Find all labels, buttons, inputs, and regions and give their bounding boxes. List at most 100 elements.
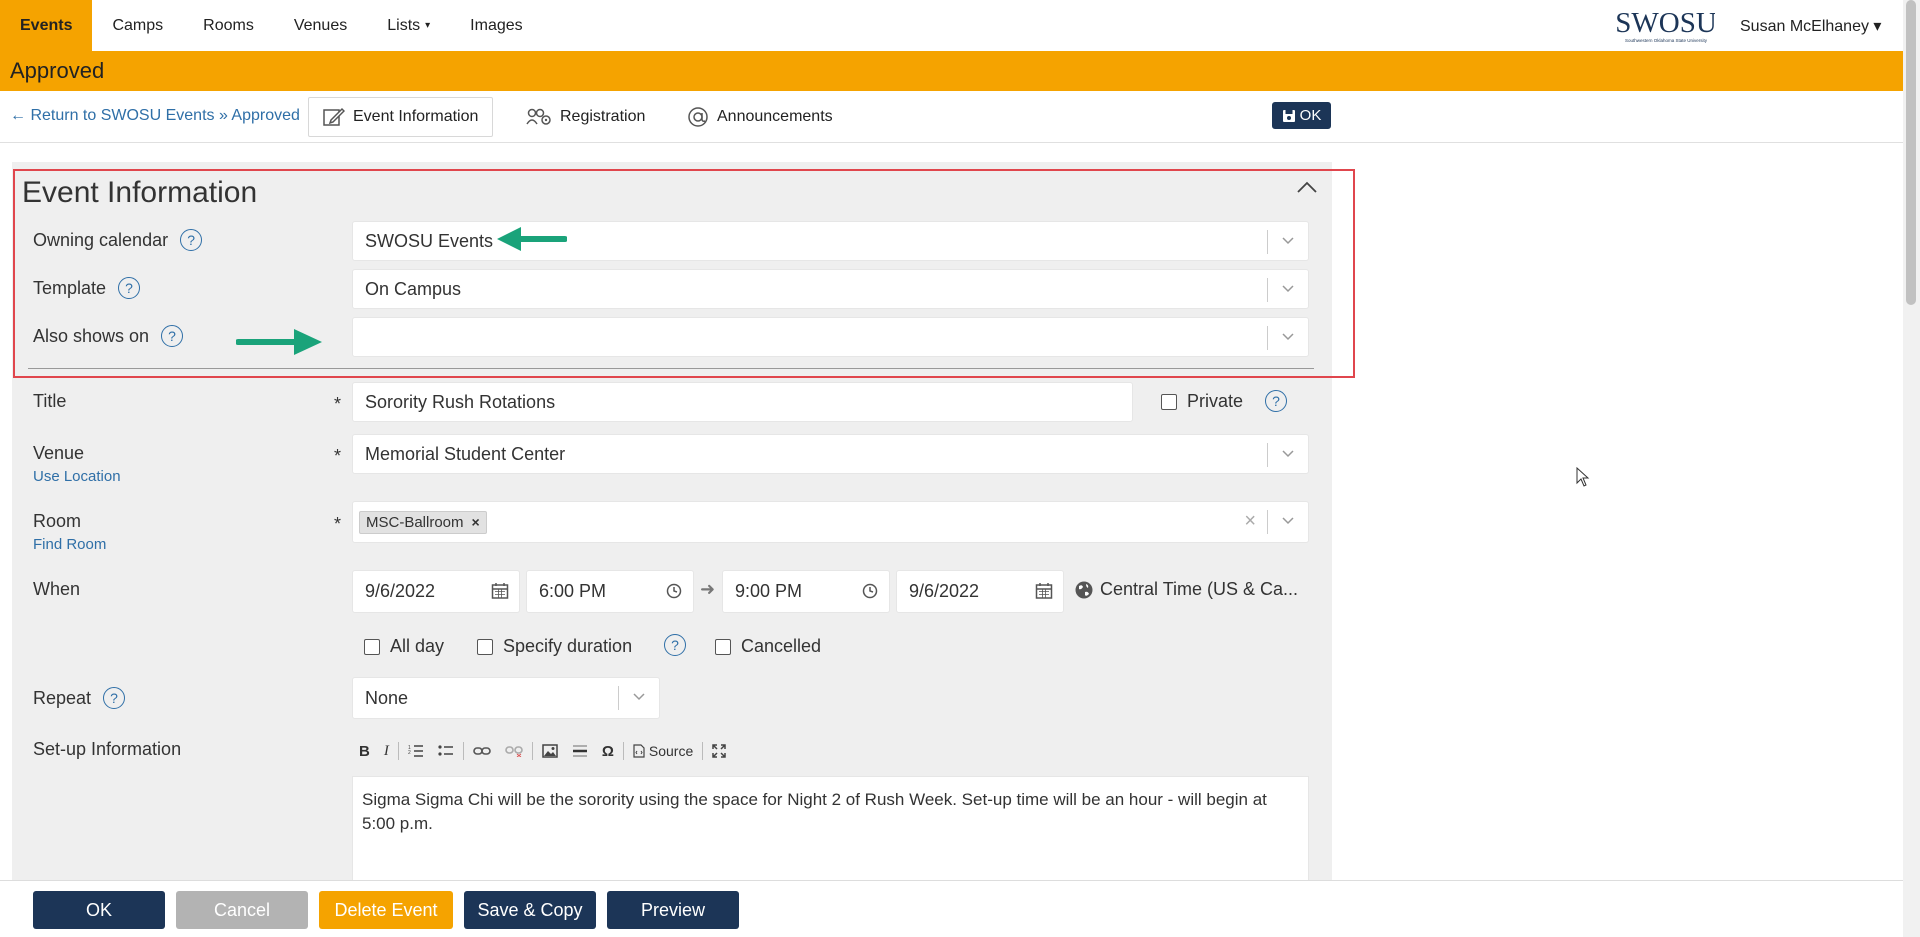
toolbar-separator — [702, 742, 704, 760]
nav-venues[interactable]: Venues — [274, 0, 367, 51]
save-icon — [1282, 109, 1295, 122]
required-mark: * — [334, 446, 342, 466]
arrow-right-icon — [236, 329, 322, 355]
tab-announcements[interactable]: Announcements — [673, 97, 847, 137]
nav-camps[interactable]: Camps — [92, 0, 183, 51]
ok-top-button[interactable]: OK — [1272, 102, 1331, 129]
globe-icon — [1075, 581, 1093, 598]
nav-rooms[interactable]: Rooms — [183, 0, 274, 51]
nav-lists[interactable]: Lists ▾ — [367, 0, 450, 51]
unlink-button[interactable] — [498, 745, 530, 757]
bulleted-list-icon — [438, 745, 453, 756]
tab-event-information[interactable]: Event Information — [308, 97, 494, 137]
start-time-input[interactable]: 6:00 PM — [526, 570, 694, 613]
nav-events-label: Events — [20, 16, 73, 34]
numbered-list-icon: 12 — [408, 745, 423, 757]
start-date-value: 9/6/2022 — [365, 581, 436, 601]
bottom-action-bar: OK Cancel Delete Event Save & Copy Previ… — [0, 880, 1903, 937]
delete-event-button[interactable]: Delete Event — [319, 891, 453, 929]
image-button[interactable] — [535, 744, 565, 758]
back-link[interactable]: ← Return to SWOSU Events » Approved — [10, 107, 300, 125]
checkbox-box[interactable] — [1161, 393, 1177, 410]
link-button[interactable] — [466, 746, 498, 756]
repeat-select[interactable]: None — [352, 677, 660, 719]
bulleted-list-button[interactable] — [431, 744, 461, 758]
checkbox-box[interactable] — [715, 638, 731, 655]
rich-text-toolbar: B I 12 Ω Source — [352, 731, 1308, 771]
status-text: Approved — [10, 58, 105, 83]
private-label: Private — [1187, 391, 1244, 411]
bold-button[interactable]: B — [352, 743, 377, 760]
room-label-text: Room — [33, 511, 82, 531]
edit-icon — [323, 107, 345, 126]
ok-button[interactable]: OK — [33, 891, 165, 929]
numbered-list-button[interactable]: 12 — [401, 744, 431, 758]
save-copy-button[interactable]: Save & Copy — [464, 891, 596, 929]
mouse-cursor-icon — [1576, 467, 1590, 487]
nav-images[interactable]: Images — [450, 0, 542, 51]
title-input[interactable]: Sorority Rush Rotations — [352, 382, 1133, 422]
checkbox-box[interactable] — [477, 638, 493, 655]
chevron-down-icon — [1282, 450, 1294, 458]
clock-icon[interactable] — [665, 582, 683, 600]
timezone-selector[interactable]: Central Time (US & Ca... — [1074, 579, 1298, 600]
swosu-logo[interactable]: SWOSU Southwestern Oklahoma State Univer… — [1615, 6, 1717, 46]
select-separator — [618, 686, 619, 710]
calendar-icon[interactable] — [1035, 582, 1053, 600]
title-label-text: Title — [33, 391, 67, 411]
calendar-icon[interactable] — [491, 582, 509, 600]
checkbox-box[interactable] — [364, 638, 380, 655]
end-date-input[interactable]: 9/6/2022 — [896, 570, 1064, 613]
maximize-icon — [712, 744, 726, 758]
remove-tag-icon[interactable]: × — [472, 514, 480, 530]
private-checkbox[interactable]: Private — [1161, 391, 1243, 412]
cancelled-checkbox[interactable]: Cancelled — [715, 636, 821, 657]
italic-button[interactable]: I — [377, 743, 396, 760]
start-date-input[interactable]: 9/6/2022 — [352, 570, 520, 613]
tab-announcements-label: Announcements — [717, 108, 833, 125]
link-icon — [473, 747, 491, 755]
tab-registration[interactable]: Registration — [512, 97, 659, 137]
end-date-value: 9/6/2022 — [909, 581, 980, 601]
nav-events[interactable]: Events — [0, 0, 93, 51]
use-location-link[interactable]: Use Location — [33, 468, 121, 485]
cancel-button[interactable]: Cancel — [176, 891, 308, 929]
scrollbar-thumb[interactable] — [1906, 0, 1916, 305]
clear-icon[interactable]: × — [1244, 510, 1256, 533]
annotation-highlight-box — [13, 169, 1355, 378]
horizontal-line-button[interactable] — [565, 744, 595, 758]
end-time-input[interactable]: 9:00 PM — [722, 570, 890, 613]
setup-info-label: Set-up Information — [33, 739, 181, 760]
specify-duration-checkbox[interactable]: Specify duration — [477, 636, 632, 657]
logo-subtext: Southwestern Oklahoma State University — [1625, 38, 1708, 43]
svg-text:2: 2 — [408, 750, 411, 756]
select-separator — [1267, 443, 1268, 467]
room-label: Room — [33, 511, 81, 532]
nav-images-label: Images — [470, 16, 523, 34]
all-day-checkbox[interactable]: All day — [364, 636, 444, 657]
help-icon[interactable]: ? — [664, 634, 686, 656]
when-label: When — [33, 579, 80, 600]
repeat-label: Repeat ? — [33, 687, 126, 709]
preview-button[interactable]: Preview — [607, 891, 739, 929]
nav-camps-label: Camps — [112, 16, 164, 34]
swosu-logo-graphic: SWOSU Southwestern Oklahoma State Univer… — [1615, 7, 1717, 43]
help-icon[interactable]: ? — [103, 687, 126, 709]
clock-icon[interactable] — [861, 582, 879, 600]
users-gear-icon — [526, 108, 551, 125]
find-room-link[interactable]: Find Room — [33, 536, 106, 553]
help-icon[interactable]: ? — [1265, 390, 1287, 412]
image-icon — [542, 744, 558, 758]
special-char-button[interactable]: Ω — [595, 743, 621, 760]
tab-registration-label: Registration — [560, 108, 646, 125]
maximize-button[interactable] — [705, 744, 733, 758]
start-time-value: 6:00 PM — [539, 581, 607, 601]
user-menu[interactable]: Susan McElhaney ▾ — [1740, 16, 1881, 36]
setup-info-editor[interactable]: Sigma Sigma Chi will be the sorority usi… — [352, 776, 1309, 882]
ok-top-label: OK — [1299, 107, 1322, 124]
sub-toolbar: ← Return to SWOSU Events » Approved Even… — [0, 91, 1903, 143]
room-multiselect[interactable]: MSC-Ballroom × × — [352, 501, 1309, 543]
source-button[interactable]: Source — [626, 743, 700, 759]
title-value: Sorority Rush Rotations — [365, 391, 556, 412]
venue-select[interactable]: Memorial Student Center — [352, 434, 1309, 474]
